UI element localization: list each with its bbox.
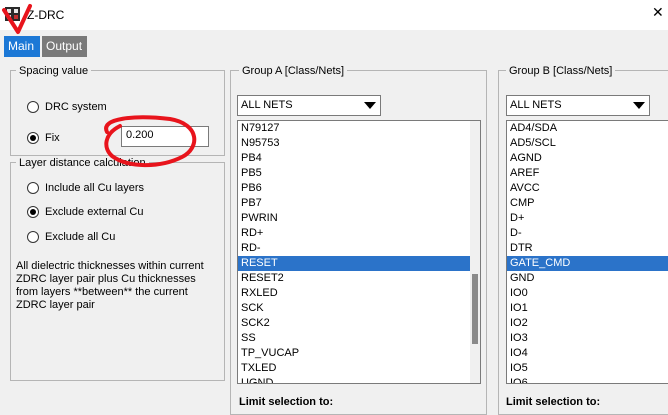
list-item[interactable]: IO6 <box>507 376 668 383</box>
close-icon[interactable]: ✕ <box>652 4 664 21</box>
app-icon <box>5 7 20 21</box>
list-item[interactable]: RESET2 <box>238 271 480 286</box>
list-item[interactable]: AREF <box>507 166 668 181</box>
exclude-all-cu-label: Exclude all Cu <box>45 231 116 243</box>
tab-main[interactable]: Main <box>4 36 40 57</box>
list-item[interactable]: AD5/SCL <box>507 136 668 151</box>
exclude-all-cu-radio[interactable] <box>27 231 39 243</box>
list-item[interactable]: N95753 <box>238 136 480 151</box>
list-item[interactable]: SCK2 <box>238 316 480 331</box>
main-panel: Spacing value DRC system Fix 0.200 Layer… <box>0 58 668 415</box>
list-item[interactable]: IO1 <box>507 301 668 316</box>
chevron-down-icon <box>633 102 645 109</box>
list-item[interactable]: IO4 <box>507 346 668 361</box>
list-item[interactable]: IO3 <box>507 331 668 346</box>
list-item[interactable]: DTR <box>507 241 668 256</box>
list-item[interactable]: PB5 <box>238 166 480 181</box>
layer-distance-legend: Layer distance calculation <box>16 157 149 169</box>
list-item[interactable]: TXLED <box>238 361 480 376</box>
group-a-legend: Group A [Class/Nets] <box>239 65 348 77</box>
drc-system-radio[interactable] <box>27 101 39 113</box>
list-item[interactable]: RD- <box>238 241 480 256</box>
group-b-list[interactable]: IO6 IO5 IO4 IO3 IO2 IO1 IO0 GND GATE_CMD DTR D- D+ C… <box>506 120 668 384</box>
list-item[interactable]: AGND <box>507 151 668 166</box>
group-b-limit-label: Limit selection to: <box>506 396 601 408</box>
list-item[interactable]: CMP <box>507 196 668 211</box>
group-b-legend: Group B [Class/Nets] <box>506 65 616 77</box>
include-all-cu-label: Include all Cu layers <box>45 182 145 194</box>
list-item[interactable]: GND <box>507 271 668 286</box>
exclude-external-cu-radio[interactable] <box>27 206 39 218</box>
list-item[interactable]: RD+ <box>238 226 480 241</box>
list-item[interactable]: N79127 <box>238 121 480 136</box>
list-item[interactable]: SS <box>238 331 480 346</box>
list-item[interactable]: RXLED <box>238 286 480 301</box>
list-item[interactable]: AVCC <box>507 181 668 196</box>
drc-system-label: DRC system <box>45 101 107 113</box>
list-item[interactable]: GATE_CMD <box>507 256 668 271</box>
list-item[interactable]: PB6 <box>238 181 480 196</box>
title-bar: Z-DRC ✕ <box>0 0 668 30</box>
list-item[interactable]: PB7 <box>238 196 480 211</box>
list-item[interactable]: SCK <box>238 301 480 316</box>
list-item[interactable]: D+ <box>507 211 668 226</box>
group-a-limit-label: Limit selection to: <box>239 396 334 408</box>
list-item[interactable]: UGND <box>238 376 480 383</box>
fix-label: Fix <box>45 132 60 144</box>
chevron-down-icon <box>364 102 376 109</box>
list-item[interactable]: TP_VUCAP <box>238 346 480 361</box>
spacing-legend: Spacing value <box>16 65 92 77</box>
list-item[interactable]: RESET <box>238 256 480 271</box>
layer-description: All dielectric thicknesses within curren… <box>16 260 204 311</box>
group-a-list[interactable]: UGND TXLED TP_VUCAP SS SCK2 SCK RXLED RESET2 RES… <box>237 120 481 384</box>
group-a-combo[interactable]: ALL NETS <box>237 95 381 116</box>
group-b-combo[interactable]: ALL NETS <box>506 95 650 116</box>
list-item[interactable]: AD4/SDA <box>507 121 668 136</box>
tab-output[interactable]: Output <box>42 36 87 57</box>
group-a-scrollbar[interactable] <box>470 121 480 383</box>
include-all-cu-radio[interactable] <box>27 182 39 194</box>
group-b-combo-value: ALL NETS <box>510 99 562 111</box>
list-item[interactable]: PWRIN <box>238 211 480 226</box>
fix-radio[interactable] <box>27 132 39 144</box>
fix-value-input[interactable]: 0.200 <box>121 126 209 147</box>
list-item[interactable]: IO5 <box>507 361 668 376</box>
exclude-external-cu-label: Exclude external Cu <box>45 206 144 218</box>
list-item[interactable]: PB4 <box>238 151 480 166</box>
list-item[interactable]: D- <box>507 226 668 241</box>
window-title: Z-DRC <box>27 8 65 22</box>
list-item[interactable]: IO0 <box>507 286 668 301</box>
group-a-scroll-thumb[interactable] <box>472 274 478 344</box>
group-a-combo-value: ALL NETS <box>241 99 293 111</box>
list-item[interactable]: IO2 <box>507 316 668 331</box>
